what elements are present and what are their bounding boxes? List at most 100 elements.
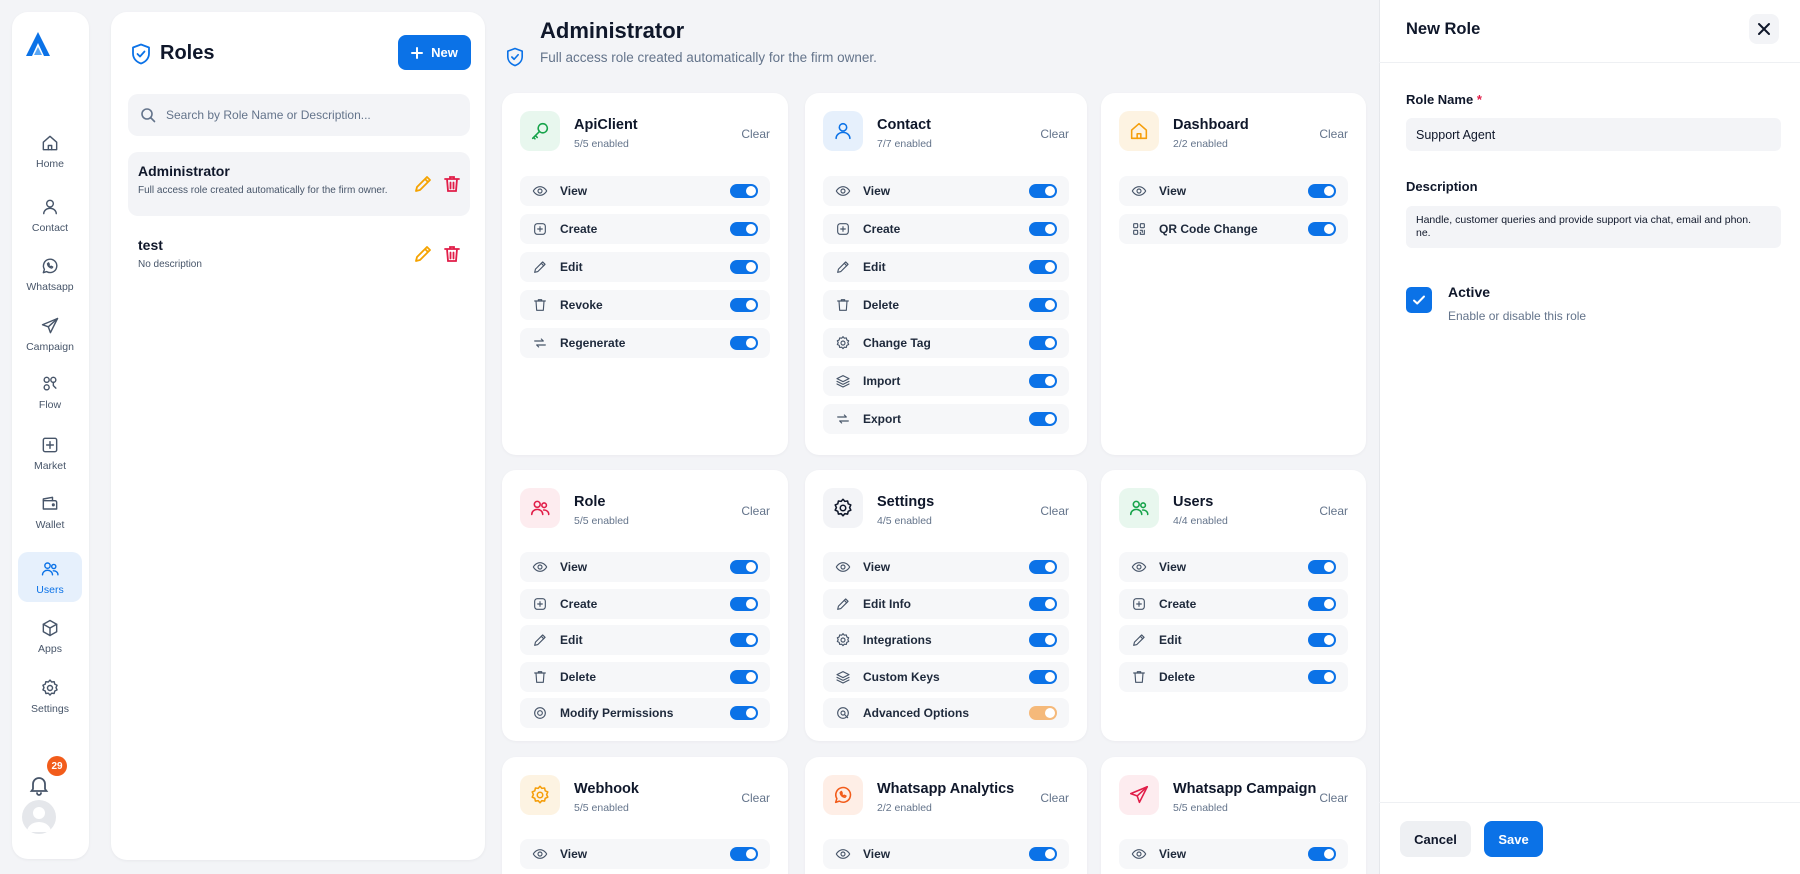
permission-toggle[interactable] <box>1308 633 1336 648</box>
description-field[interactable]: Handle, customer queries and provide sup… <box>1406 206 1781 248</box>
edit-icon[interactable] <box>413 174 433 194</box>
clear-button[interactable]: Clear <box>1319 791 1348 805</box>
sliders-icon <box>835 705 851 721</box>
clear-button[interactable]: Clear <box>741 791 770 805</box>
save-button[interactable]: Save <box>1484 821 1543 857</box>
permission-toggle[interactable] <box>730 847 758 861</box>
cancel-button[interactable]: Cancel <box>1400 821 1471 857</box>
trash-icon <box>532 669 548 685</box>
nav-item-apps[interactable]: Apps <box>18 611 82 661</box>
trash-icon <box>532 297 548 313</box>
permission-toggle[interactable] <box>1308 847 1336 861</box>
role-name: Administrator <box>138 163 230 179</box>
permission-row: Advanced Options <box>823 698 1069 729</box>
clear-button[interactable]: Clear <box>1319 127 1348 141</box>
nav-item-market[interactable]: Market <box>18 428 82 478</box>
permission-toggle[interactable] <box>730 596 758 611</box>
brand-logo[interactable] <box>22 28 54 60</box>
permission-toggle[interactable] <box>1308 184 1336 198</box>
nav-item-users[interactable]: Users <box>18 552 82 602</box>
page-title: Administrator <box>540 18 685 43</box>
nav-item-home[interactable]: Home <box>18 126 82 176</box>
nav-item-campaign[interactable]: Campaign <box>18 309 82 359</box>
shield-icon <box>506 47 524 67</box>
nav-item-label: Apps <box>38 642 62 655</box>
active-checkbox[interactable] <box>1406 287 1432 313</box>
permission-toggle[interactable] <box>1029 706 1057 721</box>
delete-icon[interactable] <box>442 244 462 264</box>
trash-icon <box>835 297 851 313</box>
permission-toggle[interactable] <box>730 706 758 721</box>
delete-icon[interactable] <box>442 174 462 194</box>
clear-button[interactable]: Clear <box>1040 127 1069 141</box>
permission-toggle[interactable] <box>730 222 758 236</box>
permission-toggle[interactable] <box>1029 298 1057 312</box>
apps-icon <box>40 618 60 638</box>
clear-button[interactable]: Clear <box>1040 791 1069 805</box>
clear-button[interactable]: Clear <box>1040 504 1069 518</box>
permission-row: Create <box>520 214 770 244</box>
permission-toggle[interactable] <box>1029 412 1057 426</box>
nav-item-whatsapp[interactable]: Whatsapp <box>18 249 82 299</box>
module-count: 5/5 enabled <box>574 138 629 150</box>
permission-toggle[interactable] <box>1029 560 1057 574</box>
permission-toggle[interactable] <box>730 336 758 350</box>
permission-row: View <box>1119 552 1348 582</box>
permission-row: Delete <box>1119 661 1348 692</box>
permission-label: Advanced Options <box>863 706 970 721</box>
role-name-field[interactable] <box>1406 118 1781 151</box>
role-description: Full access role created automatically f… <box>138 185 388 196</box>
permission-toggle[interactable] <box>1029 596 1057 611</box>
permission-label: Import <box>863 374 901 388</box>
refresh-icon <box>532 335 548 351</box>
edit-icon[interactable] <box>413 244 433 264</box>
role-description: No description <box>138 259 202 270</box>
permission-toggle[interactable] <box>1029 847 1057 861</box>
module-card-whatsapp-campaign: Whatsapp Campaign 5/5 enabled Clear View <box>1101 757 1366 874</box>
permission-toggle[interactable] <box>1029 633 1057 648</box>
permission-label: Create <box>560 222 598 236</box>
permission-toggle[interactable] <box>1029 669 1057 684</box>
send-icon <box>1119 775 1159 815</box>
clear-button[interactable]: Clear <box>1319 504 1348 518</box>
clear-button[interactable]: Clear <box>741 504 770 518</box>
permission-toggle[interactable] <box>730 633 758 648</box>
avatar[interactable] <box>22 800 56 834</box>
permission-toggle[interactable] <box>1029 184 1057 198</box>
permission-row: View <box>1119 839 1348 869</box>
permission-row: Delete <box>823 290 1069 320</box>
permission-toggle[interactable] <box>1029 374 1057 388</box>
nav-item-wallet[interactable]: Wallet <box>18 487 82 537</box>
gear-icon <box>520 775 560 815</box>
nav-item-label: Whatsapp <box>26 280 74 293</box>
nav-item-settings[interactable]: Settings <box>18 671 82 721</box>
permission-row: Create <box>823 214 1069 244</box>
permission-row: View <box>823 552 1069 582</box>
new-role-button[interactable]: New <box>398 35 471 70</box>
nav-item-label: Wallet <box>35 518 65 531</box>
permission-toggle[interactable] <box>1029 260 1057 274</box>
permission-toggle[interactable] <box>730 669 758 684</box>
close-button[interactable] <box>1749 14 1779 44</box>
permission-toggle[interactable] <box>730 260 758 274</box>
permission-row: QR Code Change <box>1119 214 1348 244</box>
permission-toggle[interactable] <box>730 560 758 574</box>
clear-button[interactable]: Clear <box>741 127 770 141</box>
permission-toggle[interactable] <box>1308 669 1336 684</box>
plus-icon <box>411 46 424 59</box>
permission-toggle[interactable] <box>730 298 758 312</box>
search-input[interactable] <box>166 108 456 122</box>
permission-toggle[interactable] <box>1308 596 1336 611</box>
nav-item-flow[interactable]: Flow <box>18 367 82 417</box>
permission-toggle[interactable] <box>730 184 758 198</box>
module-header: ApiClient 5/5 enabled Clear <box>502 93 788 163</box>
permission-toggle[interactable] <box>1029 336 1057 350</box>
bell-icon[interactable] <box>27 773 51 797</box>
permission-toggle[interactable] <box>1308 222 1336 236</box>
search-icon <box>141 108 156 123</box>
permission-label: Edit <box>560 260 583 274</box>
permission-toggle[interactable] <box>1029 222 1057 236</box>
nav-item-contact[interactable]: Contact <box>18 190 82 240</box>
permission-toggle[interactable] <box>1308 560 1336 574</box>
eye-icon <box>835 183 851 199</box>
